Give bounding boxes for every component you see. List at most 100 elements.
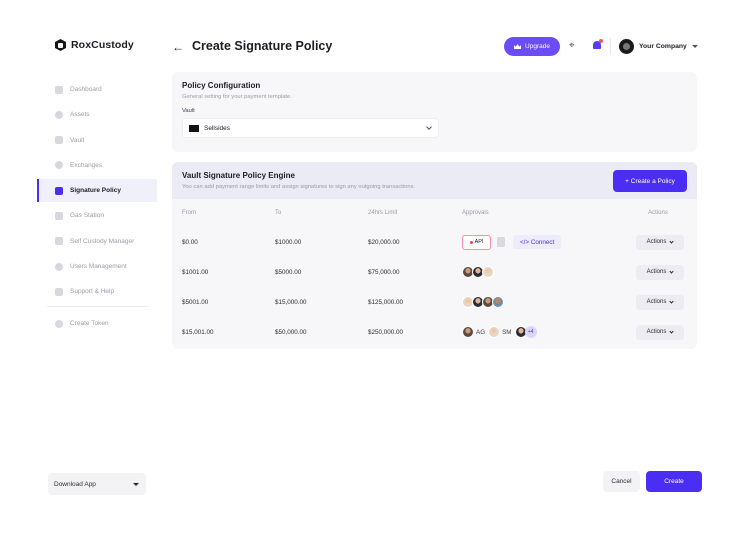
- cell-limit: $20,000.00: [368, 238, 400, 246]
- actions-label: Actions: [646, 269, 667, 275]
- company-switcher[interactable]: Your Company: [619, 39, 698, 54]
- chevron-down-icon: [669, 238, 674, 244]
- sidebar-item-label: Dashboard: [70, 86, 102, 93]
- self-custody-icon: [55, 237, 63, 246]
- vault-icon: [55, 136, 63, 145]
- approver-avatar[interactable]: [488, 326, 501, 338]
- sidebar-item-label: Create Token: [70, 320, 109, 328]
- vault-select[interactable]: Sellsides: [182, 118, 439, 138]
- sidebar-item-label: Support & Help: [70, 288, 115, 296]
- approver-avatar[interactable]: [482, 266, 494, 278]
- cell-approvals: AG SM +4: [453, 326, 613, 338]
- column-header-limit: 24hrs Limit: [368, 210, 398, 216]
- cancel-button[interactable]: Cancel: [603, 471, 640, 492]
- actions-label: Actions: [646, 329, 667, 335]
- engine-subtitle: You can add payment range limits and ass…: [182, 184, 416, 190]
- cell-from: $5001.00: [182, 298, 209, 306]
- cell-to: $15,000.00: [275, 298, 307, 306]
- table-row: $0.00 $1000.00 $20,000.00 API </> Connec…: [172, 227, 697, 257]
- sidebar-item-assets[interactable]: Assets: [37, 103, 157, 126]
- caret-down-icon: [691, 45, 698, 48]
- cell-from: $1001.00: [182, 268, 209, 276]
- sidebar-item-label: Users Management: [70, 263, 127, 271]
- policy-configuration-card: Policy Configuration General setting for…: [172, 72, 697, 152]
- sidebar-item-self-custody-manager[interactable]: Self Custody Manager: [37, 230, 157, 253]
- sidebar-item-support-help[interactable]: Support & Help: [37, 280, 157, 303]
- sidebar-item-vault[interactable]: Vault: [37, 129, 157, 152]
- approver-initials[interactable]: AG: [476, 329, 485, 336]
- create-policy-button[interactable]: + Create a Policy: [613, 170, 687, 192]
- actions-dropdown[interactable]: Actions: [636, 264, 684, 280]
- create-button[interactable]: Create: [646, 471, 702, 492]
- column-header-to: To: [275, 210, 282, 216]
- sidebar-divider: [47, 306, 149, 308]
- upgrade-button[interactable]: Upgrade: [504, 37, 560, 56]
- sidebar-nav: Dashboard Assets Vault Exchanges Signatu…: [37, 78, 157, 338]
- sidebar-item-create-token[interactable]: Create Token: [37, 312, 157, 335]
- table-row: $15,001.00 $50,000.00 $250,000.00 AG SM …: [172, 317, 697, 347]
- document-icon[interactable]: [497, 237, 505, 247]
- actions-label: Actions: [646, 239, 667, 245]
- gas-station-icon: [55, 211, 63, 220]
- cell-from: $15,001.00: [182, 328, 214, 336]
- table-header: From To 24hrs Limit Approvals Actions: [172, 199, 697, 227]
- cell-limit: $75,000.00: [368, 268, 400, 276]
- chevron-down-icon: [669, 298, 674, 304]
- dashboard-icon: [55, 85, 63, 94]
- cell-to: $5000.00: [275, 268, 302, 276]
- approver-avatar[interactable]: [462, 326, 474, 338]
- assets-icon: [55, 110, 63, 119]
- exchanges-icon: [55, 161, 63, 170]
- vault-select-value: Sellsides: [204, 124, 231, 132]
- download-app-dropdown[interactable]: Download App: [48, 473, 146, 495]
- logo-icon: [55, 39, 66, 51]
- actions-dropdown[interactable]: Actions: [636, 234, 684, 250]
- brand-logo[interactable]: RoxCustody: [55, 39, 134, 51]
- approver-avatar[interactable]: [492, 296, 504, 308]
- chevron-down-icon: [426, 124, 432, 130]
- vault-label: Vault: [182, 108, 195, 114]
- policy-config-subtitle: General setting for your payment templat…: [182, 94, 292, 100]
- approver-initials[interactable]: SM: [502, 329, 511, 336]
- signature-policy-icon: [55, 186, 63, 195]
- create-token-icon: [55, 319, 63, 328]
- column-header-from: From: [182, 210, 196, 216]
- cell-to: $1000.00: [275, 238, 302, 246]
- header-divider: [610, 38, 611, 55]
- cell-from: $0.00: [182, 238, 198, 246]
- sidebar-item-exchanges[interactable]: Exchanges: [37, 154, 157, 177]
- sidebar-item-users-management[interactable]: Users Management: [37, 255, 157, 278]
- api-label: API: [474, 239, 484, 245]
- connect-button[interactable]: </> Connect: [513, 235, 562, 249]
- cell-approvals: [453, 296, 613, 308]
- status-dot-icon: [469, 240, 473, 244]
- sidebar-item-label: Vault: [70, 136, 85, 144]
- sidebar-item-label: Assets: [70, 111, 90, 119]
- support-icon: [55, 287, 63, 296]
- table-row: $1001.00 $5000.00 $75,000.00 Actions: [172, 257, 697, 287]
- more-approvers-badge[interactable]: +4: [524, 326, 537, 338]
- company-avatar: [619, 39, 634, 54]
- cell-to: $50,000.00: [275, 328, 307, 336]
- notification-button[interactable]: [592, 39, 603, 51]
- column-header-actions: Actions: [648, 210, 668, 216]
- sidebar-item-signature-policy[interactable]: Signature Policy: [37, 179, 157, 203]
- scan-icon[interactable]: ⌖: [569, 41, 579, 51]
- sidebar-item-label: Exchanges: [70, 161, 103, 169]
- sidebar-item-label: Gas Station: [70, 212, 104, 220]
- sidebar-item-dashboard[interactable]: Dashboard: [37, 78, 157, 101]
- sidebar-item-gas-station[interactable]: Gas Station: [37, 204, 157, 227]
- back-arrow-icon[interactable]: ←: [172, 40, 184, 54]
- caret-down-icon: [133, 482, 139, 486]
- users-icon: [55, 262, 63, 271]
- cell-approvals: API </> Connect: [453, 234, 613, 250]
- crown-icon: [514, 44, 522, 49]
- api-badge[interactable]: API: [462, 234, 491, 250]
- engine-header: Vault Signature Policy Engine You can ad…: [172, 162, 697, 199]
- brand-name: RoxCustody: [71, 39, 134, 51]
- actions-dropdown[interactable]: Actions: [636, 324, 684, 340]
- policy-config-title: Policy Configuration: [182, 81, 261, 90]
- cell-limit: $250,000.00: [368, 328, 404, 336]
- actions-dropdown[interactable]: Actions: [636, 294, 684, 310]
- page-title: Create Signature Policy: [192, 39, 333, 53]
